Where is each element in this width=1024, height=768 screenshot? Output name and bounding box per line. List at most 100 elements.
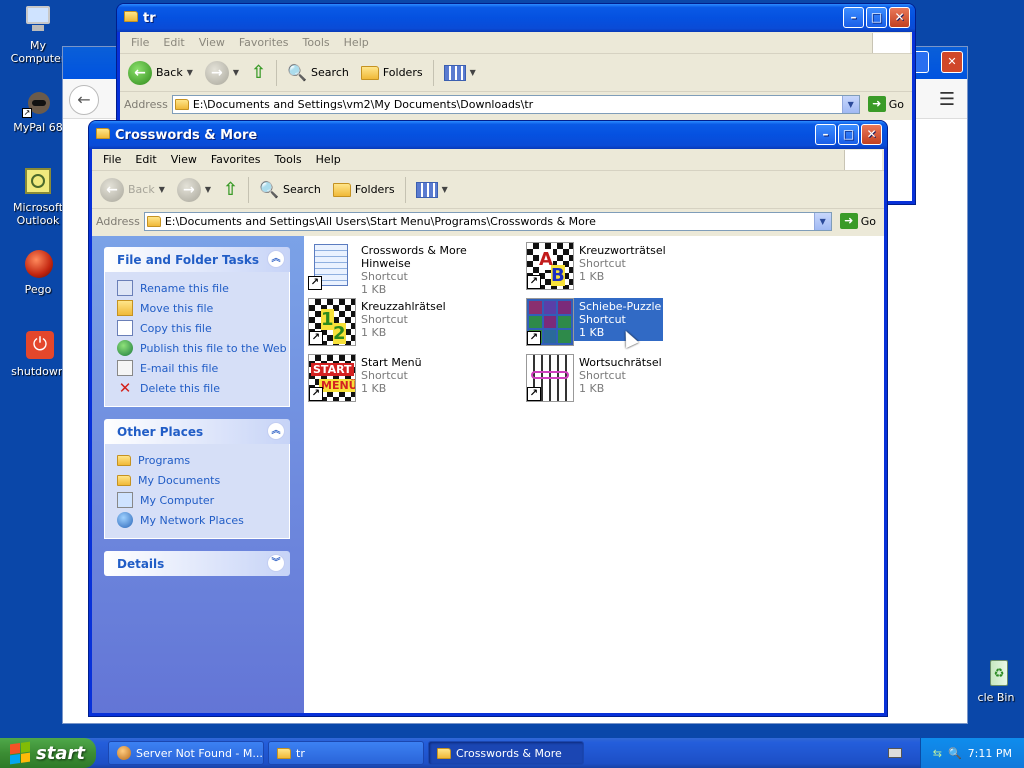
start-button[interactable]: start: [0, 738, 96, 768]
clock[interactable]: 7:11 PM: [968, 747, 1012, 760]
menu-file[interactable]: File: [124, 36, 156, 49]
word-search-icon: ↗: [526, 354, 574, 402]
folders-button[interactable]: Folders: [357, 58, 427, 88]
up-folder-button[interactable]: ⇧: [219, 175, 242, 205]
menu-view[interactable]: View: [164, 153, 204, 166]
forward-button[interactable]: → ▼: [173, 175, 215, 205]
menu-tools[interactable]: Tools: [296, 36, 337, 49]
folder-content: File and Folder Tasks ︽ Rename this file…: [92, 236, 884, 713]
shortcut-arrow-icon: ↗: [527, 331, 541, 345]
close-button[interactable]: ✕: [889, 7, 910, 28]
chevron-down-icon: ▼: [469, 68, 476, 77]
folder-icon: [174, 98, 189, 110]
publish-web-link[interactable]: Publish this file to the Web: [117, 338, 289, 358]
move-icon: [117, 300, 133, 316]
keyboard-icon[interactable]: [888, 748, 902, 758]
collapse-icon[interactable]: ︽: [267, 250, 285, 268]
views-button[interactable]: ▼: [412, 175, 452, 205]
file-item[interactable]: A B ↗ Kreuzworträtsel Shortcut 1 KB: [526, 242, 736, 294]
my-documents-icon: [117, 474, 131, 486]
chevron-down-icon[interactable]: ▼: [813, 212, 831, 230]
file-item[interactable]: ↗ Wortsuchrätsel Shortcut 1 KB: [526, 354, 736, 406]
maximize-button[interactable]: □: [866, 7, 887, 28]
my-network-places-link[interactable]: My Network Places: [117, 510, 289, 530]
menu-file[interactable]: File: [96, 153, 128, 166]
menu-help[interactable]: Help: [309, 153, 348, 166]
taskbar-item-tr[interactable]: tr: [268, 741, 424, 765]
rename-icon: [117, 280, 133, 296]
crosswords-window[interactable]: Crosswords & More – □ ✕ File Edit View F…: [89, 121, 887, 716]
task-label: Server Not Found - M...: [136, 746, 263, 760]
go-arrow-icon: ➜: [839, 213, 858, 229]
address-input[interactable]: E:\Documents and Settings\vm2\My Documen…: [171, 94, 860, 114]
link-label: Programs: [138, 453, 191, 467]
programs-link[interactable]: Programs: [117, 450, 289, 470]
folder-icon: [124, 11, 138, 22]
rename-file-link[interactable]: Rename this file: [117, 278, 289, 298]
move-file-link[interactable]: Move this file: [117, 298, 289, 318]
go-button[interactable]: ➜ Go: [836, 213, 880, 229]
link-label: My Computer: [140, 493, 215, 507]
search-icon: 🔍: [287, 63, 308, 82]
taskbar: start Server Not Found - M... tr Crosswo…: [0, 738, 1024, 768]
details-panel: Details ︾: [104, 551, 290, 576]
menu-favorites[interactable]: Favorites: [232, 36, 296, 49]
tray-network-icon[interactable]: ⇆: [933, 747, 942, 760]
tray-search-icon[interactable]: 🔍: [948, 747, 962, 760]
delete-file-link[interactable]: ✕ Delete this file: [117, 378, 289, 398]
minimize-button[interactable]: –: [843, 7, 864, 28]
copy-file-link[interactable]: Copy this file: [117, 318, 289, 338]
tr-toolbar: ← Back ▼ → ▼ ⇧ 🔍 Search Folders ▼: [120, 54, 912, 92]
email-file-link[interactable]: E-mail this file: [117, 358, 289, 378]
search-button[interactable]: 🔍 Search: [255, 175, 325, 205]
file-type: Shortcut: [361, 270, 408, 283]
file-item[interactable]: ↗ Crosswords & More Hinweise Shortcut 1 …: [308, 242, 518, 296]
crosswords-titlebar[interactable]: Crosswords & More – □ ✕: [89, 121, 887, 149]
expand-icon[interactable]: ︾: [267, 554, 285, 572]
file-item[interactable]: 1 2 ↗ Kreuzzahlrätsel Shortcut 1 KB: [308, 298, 518, 350]
close-button[interactable]: ✕: [861, 124, 882, 145]
search-label: Search: [311, 66, 349, 79]
file-name: Kreuzzahlrätsel: [361, 300, 446, 313]
file-size: 1 KB: [579, 270, 605, 283]
panel-header[interactable]: Other Places ︽: [104, 419, 290, 444]
start-label: start: [36, 742, 85, 764]
file-type: Shortcut: [361, 313, 408, 326]
menu-favorites[interactable]: Favorites: [204, 153, 268, 166]
chevron-down-icon[interactable]: ▼: [841, 95, 859, 113]
collapse-icon[interactable]: ︽: [267, 422, 285, 440]
pego-icon: [22, 248, 54, 280]
power-icon: ⏻: [22, 330, 54, 362]
my-documents-link[interactable]: My Documents: [117, 470, 289, 490]
taskbar-item-crosswords[interactable]: Crosswords & More: [428, 741, 584, 765]
address-input[interactable]: E:\Documents and Settings\All Users\Star…: [143, 211, 832, 231]
folders-icon: [360, 65, 379, 80]
back-button[interactable]: ← Back ▼: [124, 58, 197, 88]
menu-edit[interactable]: Edit: [156, 36, 191, 49]
minimize-button[interactable]: –: [815, 124, 836, 145]
panel-header[interactable]: Details ︾: [104, 551, 290, 576]
menu-icon[interactable]: ☰: [939, 89, 955, 110]
file-item[interactable]: START MENÜ ↗ Start Menü Shortcut 1 KB: [308, 354, 518, 406]
menu-help[interactable]: Help: [337, 36, 376, 49]
number-puzzle-icon: 1 2 ↗: [308, 298, 356, 346]
menu-view[interactable]: View: [192, 36, 232, 49]
taskbar-item-browser[interactable]: Server Not Found - M...: [108, 741, 264, 765]
views-button[interactable]: ▼: [440, 58, 480, 88]
search-button[interactable]: 🔍 Search: [283, 58, 353, 88]
views-icon: [443, 64, 466, 81]
panel-header[interactable]: File and Folder Tasks ︽: [104, 247, 290, 272]
toolbar-separator: [248, 176, 250, 203]
forward-button[interactable]: → ▼: [201, 58, 243, 88]
menu-edit[interactable]: Edit: [128, 153, 163, 166]
shortcut-arrow-icon: ↗: [527, 387, 541, 401]
maximize-button[interactable]: □: [838, 124, 859, 145]
back-arrow-icon[interactable]: ←: [69, 85, 99, 115]
my-computer-link[interactable]: My Computer: [117, 490, 289, 510]
back-button[interactable]: ← Back ▼: [96, 175, 169, 205]
menu-tools[interactable]: Tools: [268, 153, 309, 166]
go-button[interactable]: ➜ Go: [864, 96, 908, 112]
tr-titlebar[interactable]: tr – □ ✕: [117, 4, 915, 32]
folders-button[interactable]: Folders: [329, 175, 399, 205]
up-folder-button[interactable]: ⇧: [247, 58, 270, 88]
